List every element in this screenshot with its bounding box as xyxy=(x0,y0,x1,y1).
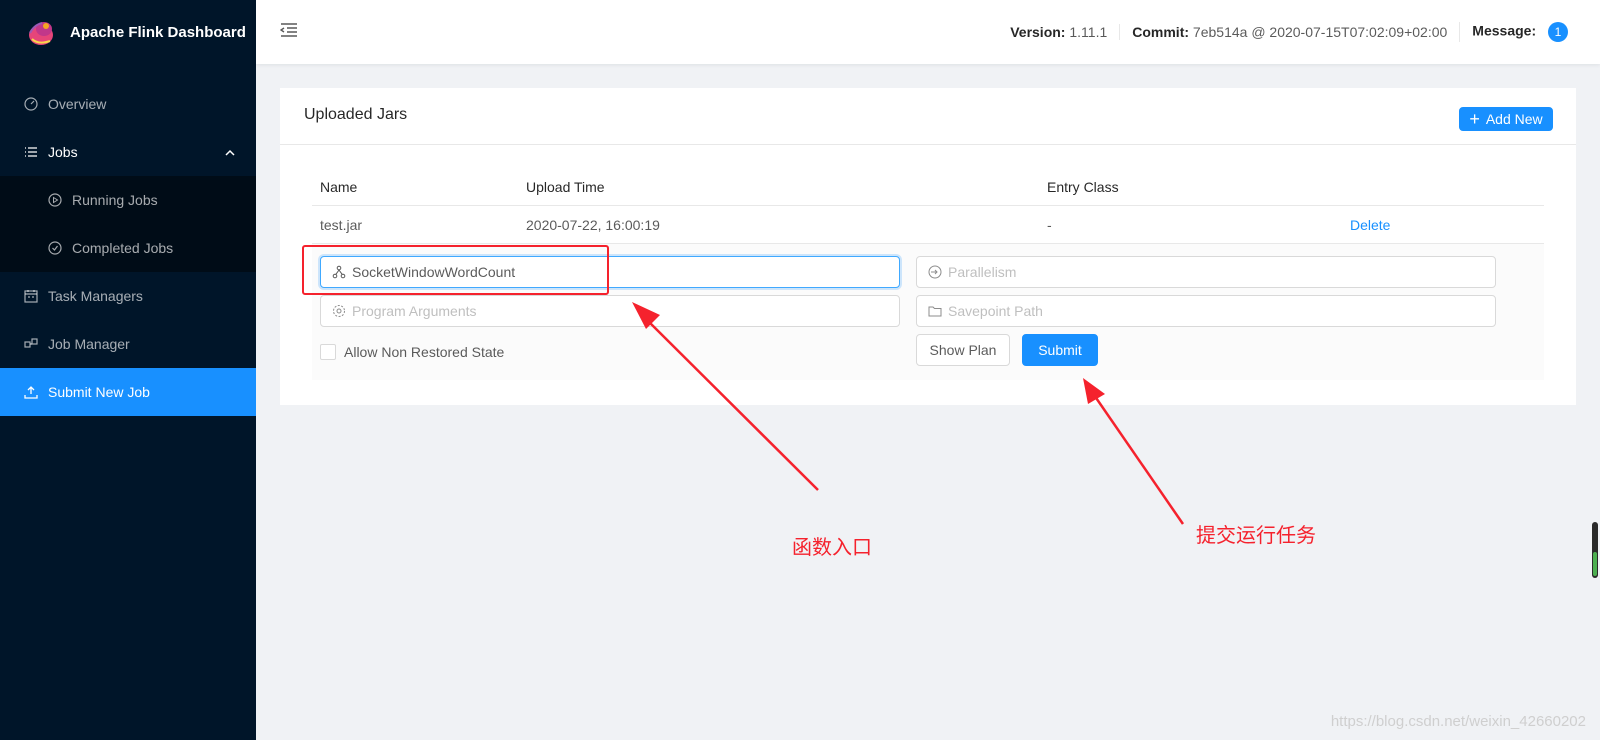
logo[interactable]: Apache Flink Dashboard xyxy=(0,0,256,64)
build-icon xyxy=(24,337,38,351)
annotation-highlight-box xyxy=(302,245,609,295)
jar-upload-time: 2020-07-22, 16:00:19 xyxy=(526,217,660,233)
sidebar: Apache Flink Dashboard Overview Jobs Run… xyxy=(0,0,256,740)
jobs-submenu: Running Jobs Completed Jobs xyxy=(0,176,256,272)
sidebar-item-jobs[interactable]: Jobs xyxy=(0,128,256,176)
message-label: Message: xyxy=(1472,22,1537,39)
sidebar-item-submit-new-job[interactable]: Submit New Job xyxy=(0,368,256,416)
login-icon xyxy=(928,265,942,279)
menu-fold-icon[interactable] xyxy=(279,22,298,38)
version-value: 1.11.1 xyxy=(1069,24,1108,40)
program-arguments-placeholder: Program Arguments xyxy=(352,303,477,319)
scroll-indicator xyxy=(1593,552,1597,576)
sidebar-item-task-managers[interactable]: Task Managers xyxy=(0,272,256,320)
version-info: Version: 1.11.1 xyxy=(998,24,1119,40)
flink-logo-icon xyxy=(24,15,58,49)
sidebar-item-job-manager[interactable]: Job Manager xyxy=(0,320,256,368)
message-info[interactable]: Message: 1 xyxy=(1459,22,1580,42)
sidebar-item-label: Job Manager xyxy=(48,336,130,352)
card-header: Uploaded Jars + Add New xyxy=(280,88,1576,145)
column-header-entry-class: Entry Class xyxy=(1047,179,1119,195)
version-label: Version: xyxy=(1010,24,1066,40)
chevron-up-icon xyxy=(224,146,236,158)
sidebar-item-label: Completed Jobs xyxy=(72,240,174,256)
message-count-badge[interactable]: 1 xyxy=(1548,22,1568,42)
sidebar-item-label: Submit New Job xyxy=(48,384,150,400)
card-title: Uploaded Jars xyxy=(304,106,408,123)
column-header-upload-time: Upload Time xyxy=(526,179,605,195)
savepoint-path-input[interactable]: Savepoint Path xyxy=(916,295,1496,327)
watermark: https://blog.csdn.net/weixin_42660202 xyxy=(1330,713,1586,730)
play-circle-icon xyxy=(48,193,62,207)
add-new-label: Add New xyxy=(1485,111,1543,127)
sidebar-item-label: Running Jobs xyxy=(72,192,158,208)
parallelism-placeholder: Parallelism xyxy=(948,264,1017,280)
commit-value: 7eb514a @ 2020-07-15T07:02:09+02:00 xyxy=(1192,24,1448,40)
list-icon xyxy=(24,145,38,159)
add-new-button[interactable]: + Add New xyxy=(1459,107,1553,131)
folder-icon xyxy=(928,304,942,318)
column-header-name: Name xyxy=(320,179,358,195)
check-circle-icon xyxy=(48,241,62,255)
show-plan-button[interactable]: Show Plan xyxy=(916,334,1010,366)
table-header: Name Upload Time Entry Class xyxy=(312,168,1544,206)
parallelism-input[interactable]: Parallelism xyxy=(916,256,1496,288)
delete-link[interactable]: Delete xyxy=(1350,217,1390,233)
jars-table: Name Upload Time Entry Class test.jar 20… xyxy=(312,168,1544,244)
sidebar-item-label: Overview xyxy=(48,96,107,112)
savepoint-path-placeholder: Savepoint Path xyxy=(948,303,1043,319)
table-row[interactable]: test.jar 2020-07-22, 16:00:19 - Delete xyxy=(312,206,1544,244)
sidebar-item-label: Task Managers xyxy=(48,288,143,304)
sidebar-item-label: Jobs xyxy=(48,144,78,160)
schedule-icon xyxy=(24,289,38,303)
jar-name: test.jar xyxy=(320,217,363,233)
sidebar-menu: Overview Jobs Running Jobs Completed Job… xyxy=(0,80,256,416)
checkbox-box[interactable] xyxy=(320,344,336,360)
plus-icon: + xyxy=(1469,109,1480,129)
app-title: Apache Flink Dashboard xyxy=(70,23,246,41)
header: Version: 1.11.1 Commit: 7eb514a @ 2020-0… xyxy=(256,0,1600,64)
commit-label: Commit: xyxy=(1132,24,1190,40)
allow-non-restored-label: Allow Non Restored State xyxy=(344,344,505,360)
jar-entry-class: - xyxy=(1047,217,1052,233)
annotation-submit-note: 提交运行任务 xyxy=(1196,523,1316,547)
setting-icon xyxy=(332,304,346,318)
header-info: Version: 1.11.1 Commit: 7eb514a @ 2020-0… xyxy=(998,0,1580,64)
sidebar-item-running-jobs[interactable]: Running Jobs xyxy=(0,176,256,224)
allow-non-restored-checkbox[interactable]: Allow Non Restored State xyxy=(320,344,504,360)
program-arguments-input[interactable]: Program Arguments xyxy=(320,295,900,327)
sidebar-item-overview[interactable]: Overview xyxy=(0,80,256,128)
dashboard-icon xyxy=(24,97,38,111)
commit-info: Commit: 7eb514a @ 2020-07-15T07:02:09+02… xyxy=(1119,24,1459,40)
sidebar-item-completed-jobs[interactable]: Completed Jobs xyxy=(0,224,256,272)
annotation-entry-note: 函数入口 xyxy=(792,535,872,559)
upload-icon xyxy=(24,385,38,399)
submit-button[interactable]: Submit xyxy=(1022,334,1098,366)
